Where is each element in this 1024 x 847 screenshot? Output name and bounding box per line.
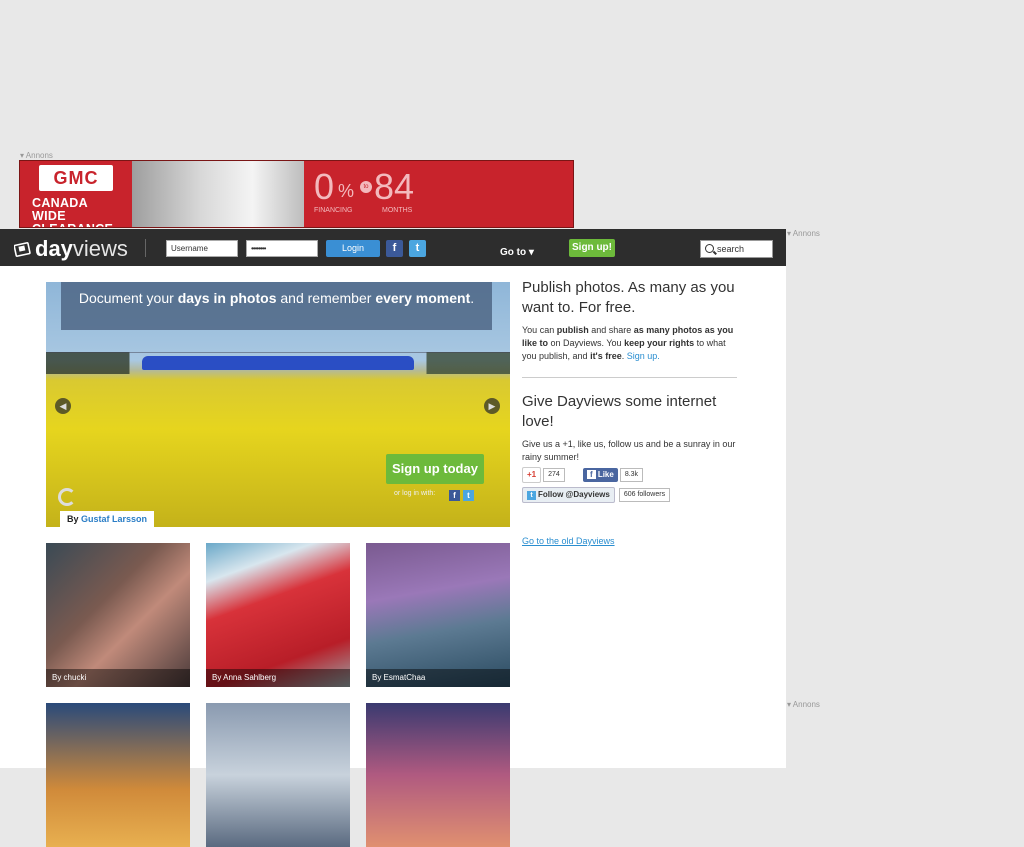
publish-title: Publish photos. As many as you want to. … — [522, 279, 735, 316]
ad-headline: CANADA WIDE CLEARANCE — [32, 196, 113, 228]
twitter-icon[interactable]: t — [409, 240, 426, 257]
goto-menu[interactable]: Go to ▾ — [500, 247, 534, 258]
ad-months: 84 — [374, 166, 415, 207]
username-input[interactable]: Username — [166, 240, 238, 257]
social-row-1: +1 274 f Like 8.3k — [522, 467, 738, 483]
ad-offer-panel: 0 % to 84 FINANCING MONTHS — [304, 161, 573, 227]
dayviews-logo[interactable]: dayviews — [14, 236, 128, 262]
hero-twitter-icon[interactable]: t — [463, 490, 474, 501]
sidebar: Publish photos. As many as you want to. … — [522, 278, 738, 503]
photo-thumbnail[interactable]: By chucki — [46, 543, 190, 687]
signup-link[interactable]: Sign up. — [627, 351, 660, 361]
search-icon — [705, 244, 714, 253]
password-input[interactable]: •••••••• — [246, 240, 318, 257]
gplus-count: 274 — [543, 468, 565, 482]
ad-rate-unit: % — [338, 181, 355, 201]
ad-label-right-bottom: ▾ Annons — [787, 700, 820, 709]
publish-text: You can publish and share as many photos… — [522, 325, 734, 361]
photo-thumbnail[interactable]: By EsmatChaa — [366, 543, 510, 687]
ad-to-badge: to — [360, 181, 372, 193]
social-row-2: t Follow @Dayviews 606 followers — [522, 487, 738, 503]
hero-login-with: or log in with: — [394, 490, 436, 497]
ad-banner[interactable]: GMC CANADA WIDE CLEARANCE 0 % to 84 FINA… — [19, 160, 574, 228]
gplus-button[interactable]: +1 — [522, 467, 542, 483]
facebook-like-icon: f — [586, 470, 596, 479]
ad-label: ▾ Annons — [20, 151, 53, 160]
photo-thumbnail[interactable] — [46, 703, 190, 847]
gmc-logo: GMC — [39, 165, 113, 191]
sidebar-divider — [522, 377, 737, 378]
photo-thumbnail[interactable]: By Anna Sahlberg — [206, 543, 350, 687]
ad-months-label: MONTHS — [382, 207, 413, 214]
thumbnail-caption: By EsmatChaa — [366, 669, 510, 687]
prev-arrow-icon[interactable]: ◀ — [55, 398, 71, 414]
fb-like-button[interactable]: f Like — [582, 468, 618, 482]
ad-label-right: ▾ Annons — [787, 229, 820, 238]
hero-slideshow[interactable]: Document your days in photos and remembe… — [46, 282, 510, 527]
main-content: Document your days in photos and remembe… — [0, 266, 786, 847]
hero-author-link[interactable]: Gustaf Larsson — [81, 514, 147, 524]
fb-like-widget[interactable]: f Like 8.3k — [582, 468, 644, 482]
hero-signup-button[interactable]: Sign up today — [386, 454, 484, 484]
fb-like-count: 8.3k — [619, 468, 644, 482]
twitter-followers-count: 606 followers — [618, 488, 671, 502]
next-arrow-icon[interactable]: ▶ — [484, 398, 500, 414]
camera-logo-icon — [14, 242, 31, 257]
top-navbar: dayviews Username •••••••• Login f t Go … — [0, 229, 786, 266]
thumbnail-caption: By chucki — [46, 669, 190, 687]
signup-button[interactable]: Sign up! — [569, 239, 615, 257]
photo-thumbnail[interactable] — [366, 703, 510, 847]
photo-thumbnail[interactable] — [206, 703, 350, 847]
thumbnail-caption: By Anna Sahlberg — [206, 669, 350, 687]
hero-facebook-icon[interactable]: f — [449, 490, 460, 501]
love-title: Give Dayviews some internet love! — [522, 393, 717, 430]
ad-rate: 0 — [314, 166, 335, 207]
loading-spinner-icon — [58, 488, 76, 506]
hero-train — [142, 356, 414, 370]
login-button[interactable]: Login — [326, 240, 380, 257]
hero-wire — [46, 352, 510, 353]
hero-caption: Document your days in photos and remembe… — [61, 282, 492, 330]
search-input[interactable]: search — [700, 240, 773, 258]
twitter-follow-button[interactable]: t Follow @Dayviews — [522, 487, 615, 503]
search-placeholder: search — [717, 244, 745, 254]
header-divider — [145, 239, 146, 257]
love-text: Give us a +1, like us, follow us and be … — [522, 439, 736, 462]
facebook-icon[interactable]: f — [386, 240, 403, 257]
ad-financing-label: FINANCING — [314, 207, 353, 214]
ad-truck-image — [132, 161, 304, 227]
ad-brand-panel: GMC CANADA WIDE CLEARANCE — [20, 161, 132, 227]
hero-credit: By Gustaf Larsson — [60, 511, 155, 527]
old-dayviews-link[interactable]: Go to the old Dayviews — [522, 536, 615, 546]
gplus-widget[interactable]: +1 274 — [522, 467, 565, 483]
twitter-bird-icon: t — [527, 490, 536, 500]
